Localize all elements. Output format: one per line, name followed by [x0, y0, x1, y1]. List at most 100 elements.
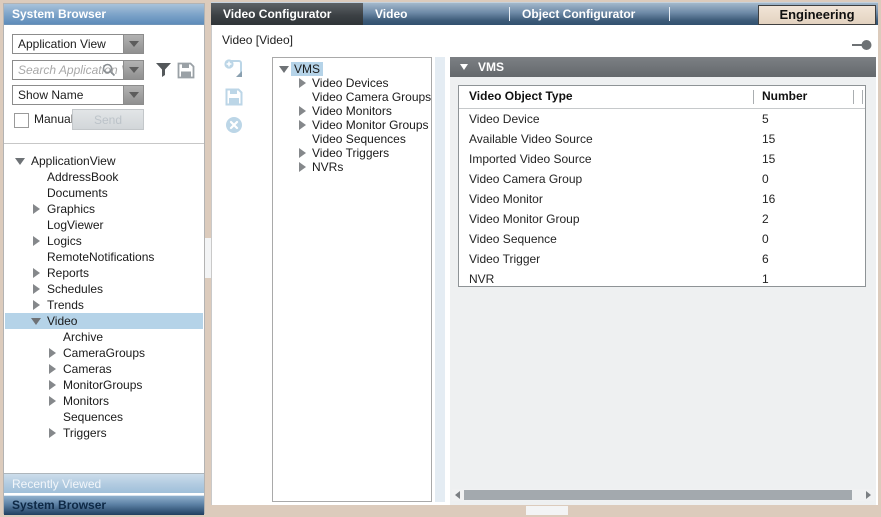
manual-checkbox[interactable] [14, 113, 29, 128]
recently-viewed-bar[interactable]: Recently Viewed [4, 473, 204, 493]
vms-tree-item-video-triggers[interactable]: Video Triggers [273, 146, 431, 160]
vms-tree-panel: VMSVideo DevicesVideo Camera GroupsVideo… [272, 57, 432, 502]
chevron-down-icon[interactable] [123, 61, 143, 79]
expander-icon[interactable] [47, 380, 59, 390]
tree-item-label: VMS [291, 62, 323, 76]
filter-icon[interactable] [153, 60, 173, 80]
table-row-video-sequence[interactable]: Video Sequence0 [459, 229, 865, 249]
save-filter-icon[interactable] [176, 60, 196, 80]
tab-video[interactable]: Video [375, 3, 407, 26]
tree-item-label: Video Camera Groups [309, 90, 432, 104]
table-row-video-camera-group[interactable]: Video Camera Group0 [459, 169, 865, 189]
sidebar-tree-item-schedules[interactable]: Schedules [5, 281, 203, 297]
sidebar-tree-item-archive[interactable]: Archive [5, 329, 203, 345]
expander-icon[interactable] [47, 396, 59, 406]
expander-icon[interactable] [47, 364, 59, 374]
column-separator[interactable] [862, 90, 863, 104]
scroll-left-icon[interactable] [455, 491, 460, 499]
hscrollbar-thumb[interactable] [464, 490, 852, 500]
scroll-right-icon[interactable] [866, 491, 871, 499]
vms-section-header[interactable]: VMS [450, 57, 876, 77]
system-browser-bottom-tab[interactable]: System Browser [4, 495, 204, 515]
sidebar-tree-item-remotenotifications[interactable]: RemoteNotifications [5, 249, 203, 265]
table-row-video-monitor[interactable]: Video Monitor16 [459, 189, 865, 209]
sidebar-tree-item-cameras[interactable]: Cameras [5, 361, 203, 377]
tree-item-label: Logics [43, 233, 82, 249]
vms-tree-item-vms[interactable]: VMS [273, 62, 431, 76]
expander-spacer [297, 92, 309, 102]
table-row-available-video-source[interactable]: Available Video Source15 [459, 129, 865, 149]
table-row-video-monitor-group[interactable]: Video Monitor Group2 [459, 209, 865, 229]
sidebar-tree-item-triggers[interactable]: Triggers [5, 425, 203, 441]
expander-icon[interactable] [31, 268, 43, 278]
vms-tree-item-video-monitor-groups[interactable]: Video Monitor Groups [273, 118, 431, 132]
object-type-cell: Available Video Source [469, 132, 593, 146]
tree-item-label: LogViewer [43, 217, 103, 233]
column-header-type[interactable]: Video Object Type [469, 89, 573, 103]
table-row-video-device[interactable]: Video Device5 [459, 109, 865, 129]
expander-icon[interactable] [47, 428, 59, 438]
expander-icon[interactable] [297, 120, 309, 130]
sidebar-tree-item-logics[interactable]: Logics [5, 233, 203, 249]
send-button[interactable]: Send [72, 109, 144, 130]
column-separator[interactable] [853, 90, 854, 104]
expander-icon[interactable] [31, 284, 43, 294]
detail-panel-hscrollbar[interactable] [452, 489, 874, 501]
sidebar-tree-item-documents[interactable]: Documents [5, 185, 203, 201]
object-type-cell: NVR [469, 272, 494, 286]
tab-video-configurator[interactable]: Video Configurator [211, 3, 363, 26]
sidebar-tree-item-video[interactable]: Video [5, 313, 203, 329]
vms-tree-item-video-devices[interactable]: Video Devices [273, 76, 431, 90]
sidebar-tree-item-monitorgroups[interactable]: MonitorGroups [5, 377, 203, 393]
vms-tree-item-video-sequences[interactable]: Video Sequences [273, 132, 431, 146]
table-row-imported-video-source[interactable]: Imported Video Source15 [459, 149, 865, 169]
vms-tree-item-video-camera-groups[interactable]: Video Camera Groups [273, 90, 431, 104]
display-mode-dropdown[interactable]: Show Name [12, 85, 144, 105]
tree-panel-scrollbar[interactable] [435, 57, 445, 502]
expander-icon[interactable] [31, 316, 43, 326]
delete-icon[interactable] [225, 116, 247, 136]
search-box[interactable] [12, 60, 144, 80]
expander-icon[interactable] [31, 204, 43, 214]
new-item-icon[interactable] [223, 58, 245, 78]
sidebar-tree-item-sequences[interactable]: Sequences [5, 409, 203, 425]
expander-icon[interactable] [31, 300, 43, 310]
tab-object-configurator[interactable]: Object Configurator [522, 3, 635, 26]
chevron-down-icon[interactable] [123, 86, 143, 104]
breadcrumb: Video [Video] [222, 33, 293, 47]
vms-tree-item-video-monitors[interactable]: Video Monitors [273, 104, 431, 118]
horizontal-scrollbar-thumb[interactable] [526, 506, 568, 515]
pin-icon[interactable] [852, 38, 872, 56]
table-row-video-trigger[interactable]: Video Trigger6 [459, 249, 865, 269]
sidebar-tree-item-reports[interactable]: Reports [5, 265, 203, 281]
expander-icon[interactable] [47, 348, 59, 358]
view-selector-dropdown[interactable]: Application View [12, 34, 144, 54]
expander-icon[interactable] [297, 162, 309, 172]
search-icon [102, 63, 116, 82]
sidebar-tree-item-addressbook[interactable]: AddressBook [5, 169, 203, 185]
save-icon[interactable] [225, 88, 247, 108]
expander-icon[interactable] [297, 106, 309, 116]
sidebar-tree-item-applicationview[interactable]: ApplicationView [5, 153, 203, 169]
expander-icon[interactable] [31, 236, 43, 246]
sidebar-tree-item-trends[interactable]: Trends [5, 297, 203, 313]
engineering-mode-button[interactable]: Engineering [758, 5, 876, 25]
chevron-down-icon[interactable] [123, 35, 143, 53]
table-row-nvr[interactable]: NVR1 [459, 269, 865, 289]
tree-item-label: NVRs [309, 160, 346, 174]
sidebar-tree-item-graphics[interactable]: Graphics [5, 201, 203, 217]
sidebar-tree-item-monitors[interactable]: Monitors [5, 393, 203, 409]
sidebar-tree-item-cameragroups[interactable]: CameraGroups [5, 345, 203, 361]
application-window: System Browser Application View Show Nam… [0, 0, 881, 517]
column-header-number[interactable]: Number [762, 89, 807, 103]
expander-icon[interactable] [297, 148, 309, 158]
object-type-cell: Video Camera Group [469, 172, 582, 186]
sidebar-tree-item-logviewer[interactable]: LogViewer [5, 217, 203, 233]
vms-section-title: VMS [478, 57, 504, 77]
system-browser-panel: System Browser Application View Show Nam… [3, 3, 205, 514]
vms-tree-item-nvrs[interactable]: NVRs [273, 160, 431, 174]
expander-icon[interactable] [15, 156, 27, 166]
expander-icon[interactable] [297, 78, 309, 88]
expander-icon[interactable] [279, 64, 291, 74]
column-separator[interactable] [753, 90, 754, 104]
